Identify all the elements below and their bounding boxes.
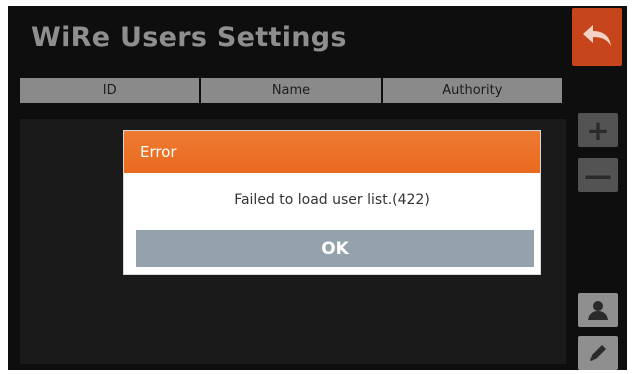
ok-button[interactable]: OK xyxy=(136,230,534,267)
column-header-name[interactable]: Name xyxy=(201,78,381,103)
error-dialog: Error Failed to load user list.(422) OK xyxy=(124,131,540,274)
remove-user-button[interactable]: — xyxy=(578,158,618,192)
user-details-button[interactable] xyxy=(578,293,618,327)
column-header-authority[interactable]: Authority xyxy=(382,78,562,103)
edit-user-button[interactable] xyxy=(578,336,618,370)
dialog-title: Error xyxy=(124,131,540,173)
column-header-id[interactable]: ID xyxy=(20,78,200,103)
users-settings-screen: WiRe Users Settings ID Name Authority + … xyxy=(8,6,627,370)
plus-icon: + xyxy=(586,113,610,147)
error-message: Failed to load user list.(422) xyxy=(234,192,430,208)
minus-icon: — xyxy=(584,158,612,192)
back-button[interactable] xyxy=(572,8,622,66)
pencil-icon xyxy=(590,345,606,361)
user-icon xyxy=(588,301,608,320)
back-arrow-icon xyxy=(583,25,611,46)
page-title: WiRe Users Settings xyxy=(31,22,347,53)
add-user-button[interactable]: + xyxy=(578,113,618,147)
table-header: ID Name Authority xyxy=(20,78,562,103)
